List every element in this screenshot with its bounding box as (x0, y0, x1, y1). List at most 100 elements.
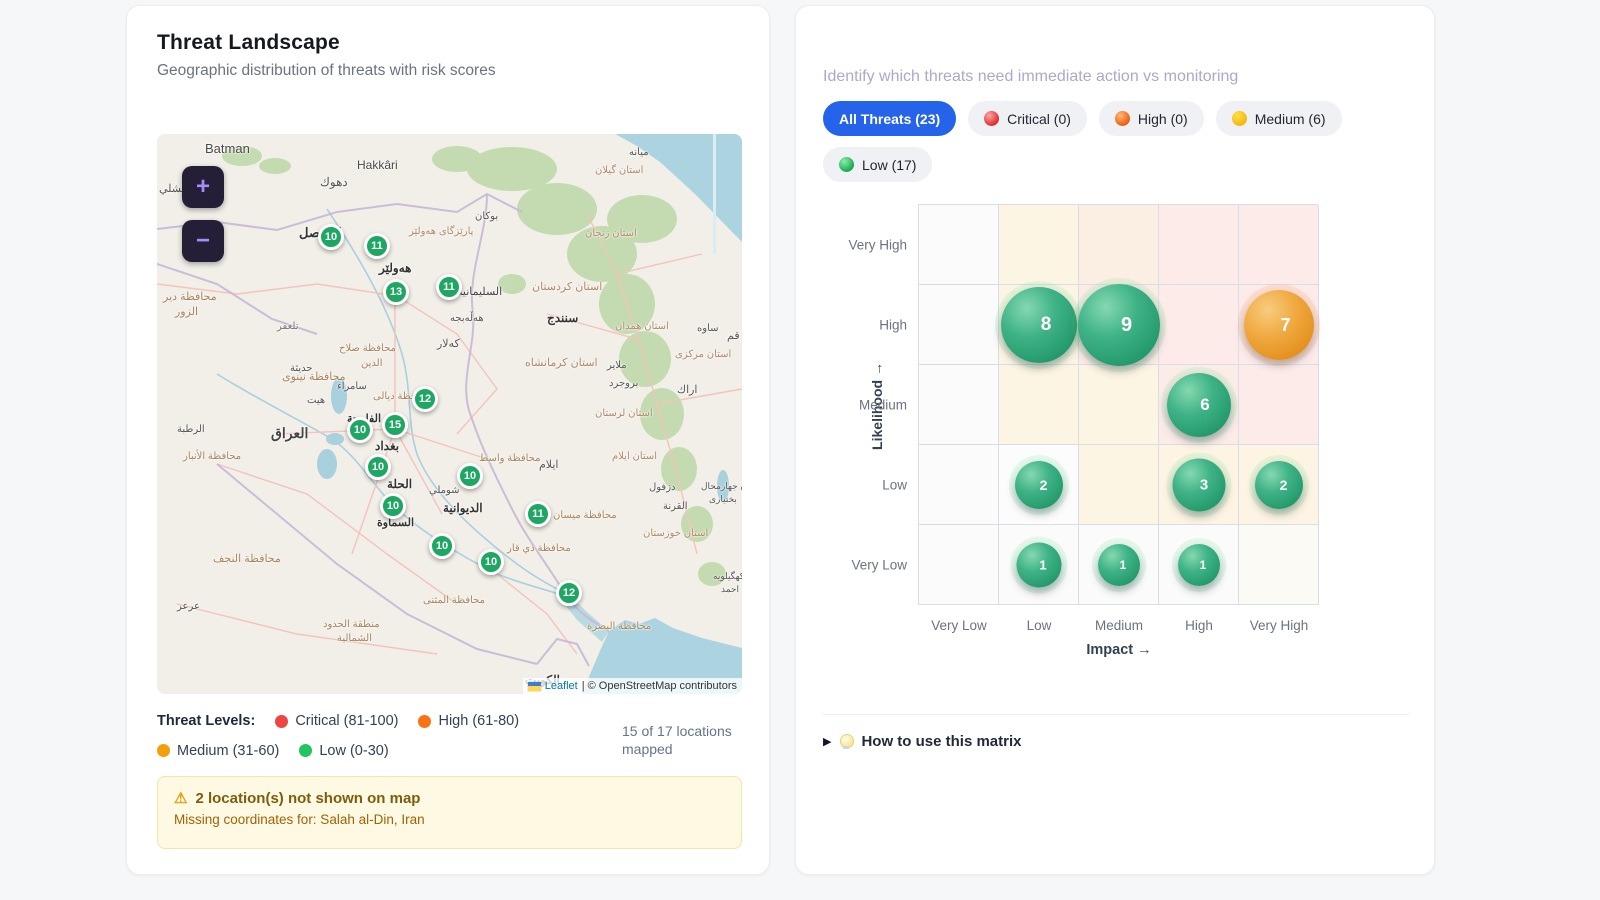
legend-dot-icon (418, 715, 431, 728)
matrix-col-label: Very Low (919, 618, 999, 633)
matrix-bubble[interactable]: 8 (1001, 287, 1077, 363)
map-marker[interactable]: 10 (429, 533, 455, 559)
matrix-cell (1079, 365, 1159, 445)
map-place-label: الشمالية (337, 634, 372, 644)
filter-pill[interactable]: Low (17) (823, 147, 932, 182)
map-place-label: استان همدان (615, 322, 669, 332)
map-place-label: بوكان (475, 212, 498, 222)
matrix-bubble[interactable]: 1 (1098, 544, 1140, 586)
locations-mapped-note: 15 of 17 locations mapped (622, 713, 742, 759)
bubble-count: 1 (1200, 558, 1207, 572)
how-to-label: How to use this matrix (861, 733, 1021, 750)
filter-pill-label: Low (17) (862, 157, 916, 173)
filter-pill-label: High (0) (1138, 111, 1188, 127)
map-marker[interactable]: 10 (318, 224, 344, 250)
map-zoom-in-button[interactable]: + (182, 166, 224, 208)
map-place-label: استان لرستان (595, 409, 653, 419)
dashboard-page: Threat Landscape Geographic distribution… (0, 0, 1600, 900)
map-marker[interactable]: 12 (556, 580, 582, 606)
map-marker[interactable]: 13 (383, 279, 409, 305)
warning-icon: ⚠ (174, 789, 187, 807)
map-marker[interactable]: 10 (380, 493, 406, 519)
matrix-cell (919, 365, 999, 445)
matrix-row-label: Medium (814, 398, 907, 413)
filter-pill-label: All Threats (23) (839, 111, 940, 127)
matrix-bubble[interactable]: 1 (1178, 544, 1220, 586)
map-marker[interactable]: 11 (525, 501, 551, 527)
matrix-bubble[interactable]: 2 (1015, 461, 1063, 509)
how-to-use-toggle[interactable]: ▶ How to use this matrix (823, 733, 1022, 750)
matrix-cell (919, 525, 999, 605)
map-place-label: کهگیلویه (713, 572, 742, 581)
map-attribution: Leaflet | © OpenStreetMap contributors (523, 678, 742, 694)
risk-matrix-card: Identify which threats need immediate ac… (795, 5, 1435, 875)
map-place-label: العراق (271, 426, 308, 440)
map-place-label: ساوه (697, 324, 719, 334)
map-place-label: الديوانية (443, 502, 483, 514)
bubble-count: 3 (1200, 477, 1208, 494)
severity-dot-icon (839, 157, 854, 172)
map-place-label: محافظة البصرة (587, 622, 651, 632)
matrix-bubble[interactable]: 3 (1173, 459, 1226, 512)
map-place-label: استان كردستان (532, 282, 602, 293)
matrix-cell (999, 205, 1079, 285)
bubble-count: 6 (1200, 395, 1209, 415)
legend-item-label: Low (0-30) (319, 743, 388, 759)
map-marker[interactable]: 11 (364, 233, 390, 259)
map-marker[interactable]: 11 (436, 274, 462, 300)
matrix-row-label: Very High (814, 238, 907, 253)
leaflet-link[interactable]: Leaflet (545, 680, 578, 692)
map-place-label: استان ايلام (612, 452, 657, 462)
x-axis-label: Impact → (919, 642, 1319, 658)
map-marker[interactable]: 10 (457, 463, 483, 489)
map-marker[interactable]: 15 (382, 412, 408, 438)
map-marker[interactable]: 10 (347, 417, 373, 443)
legend-item-label: Critical (81-100) (295, 713, 398, 729)
map-marker[interactable]: 10 (365, 454, 391, 480)
matrix-bubble[interactable]: 1 (1017, 543, 1062, 588)
map-place-label: الزور (175, 307, 198, 318)
plus-icon: + (196, 173, 210, 201)
map-place-label: بغداد (375, 440, 399, 452)
map-place-label: عرعر (177, 602, 200, 612)
matrix-bubble[interactable]: 2 (1255, 461, 1303, 509)
matrix-cell (1239, 205, 1319, 285)
matrix-bubble[interactable]: 7 (1244, 290, 1314, 360)
filter-pill[interactable]: All Threats (23) (823, 101, 956, 136)
matrix-row-label: High (814, 318, 907, 333)
divider (823, 714, 1409, 715)
legend-title: Threat Levels: (157, 713, 255, 729)
bubble-count: 2 (1040, 477, 1048, 493)
matrix-subtitle: Identify which threats need immediate ac… (823, 68, 1238, 86)
map-marker[interactable]: 12 (412, 386, 438, 412)
filter-pill[interactable]: High (0) (1099, 101, 1204, 136)
leaflet-map[interactable]: BatmanHakkâriدهوكالقامشلياستان گیلانمیان… (157, 134, 742, 694)
map-place-label: حديثة (290, 364, 313, 374)
map-place-label: ن جهارمحال (701, 482, 742, 491)
filter-pill[interactable]: Critical (0) (968, 101, 1087, 136)
map-place-label: استان مركزى (675, 350, 731, 360)
map-place-label: هەولێر (379, 262, 411, 274)
matrix-cell (1079, 205, 1159, 285)
map-place-label: سامراء (337, 382, 367, 392)
filter-pill[interactable]: Medium (6) (1216, 101, 1342, 136)
legend-item: Medium (31-60) (157, 743, 279, 759)
map-place-label: شوملي (429, 486, 460, 496)
matrix-col-label: High (1159, 618, 1239, 633)
minus-icon: − (196, 227, 210, 255)
matrix-bubble[interactable]: 6 (1167, 373, 1231, 437)
matrix-cell (919, 445, 999, 525)
matrix-col-label: Very High (1239, 618, 1319, 633)
map-marker[interactable]: 10 (478, 549, 504, 575)
filter-pills: All Threats (23) Critical (0) High (0) Medi… (823, 101, 1418, 182)
matrix-bubble[interactable]: 9 (1078, 284, 1160, 366)
missing-locations-warning: ⚠ 2 location(s) not shown on map Missing… (157, 776, 742, 849)
map-zoom-out-button[interactable]: − (182, 220, 224, 262)
matrix-cell (999, 365, 1079, 445)
legend-dot-icon (275, 715, 288, 728)
risk-matrix: Impact → 8976232111Very HighHighMediumLo… (918, 204, 1318, 604)
page-subtitle: Geographic distribution of threats with … (157, 62, 496, 80)
legend-item-label: High (61-80) (438, 713, 519, 729)
severity-dot-icon (984, 111, 999, 126)
legend-item: High (61-80) (418, 713, 519, 729)
